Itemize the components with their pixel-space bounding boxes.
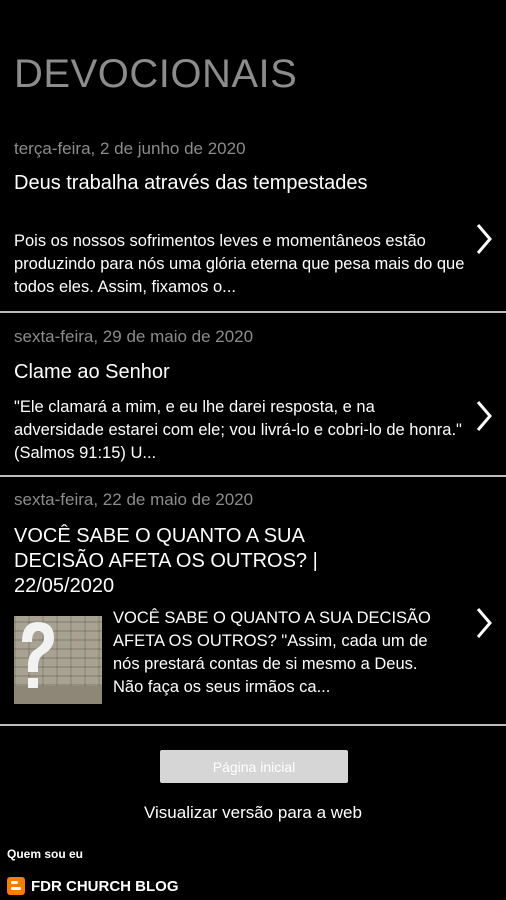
about-heading: Quem sou eu <box>7 847 84 861</box>
divider <box>0 311 506 313</box>
post-snippet: "Ele clamará a mim, e eu lhe darei respo… <box>14 398 462 462</box>
post-snippet: Pois os nossos sofrimentos leves e momen… <box>14 232 465 296</box>
post-title[interactable]: VOCÊ SABE O QUANTO A SUA DECISÃO AFETA O… <box>14 524 334 599</box>
question-mark-image <box>14 622 102 704</box>
post-date: sexta-feira, 22 de maio de 2020 <box>14 490 254 509</box>
web-version-link[interactable]: Visualizar versão para a web <box>0 803 506 823</box>
chevron-right-icon[interactable] <box>474 399 494 433</box>
blogger-icon <box>7 877 25 895</box>
post-snippet: VOCÊ SABE O QUANTO A SUA DECISÃO AFETA O… <box>113 609 431 696</box>
post-title[interactable]: Deus trabalha através das tempestades <box>14 171 434 196</box>
divider <box>0 724 506 726</box>
chevron-right-icon[interactable] <box>474 222 494 256</box>
home-button[interactable]: Página inicial <box>160 750 348 783</box>
profile-name[interactable]: FDR CHURCH BLOG <box>31 878 179 895</box>
post-title[interactable]: Clame ao Senhor <box>14 360 434 385</box>
post-date: terça-feira, 2 de junho de 2020 <box>14 139 246 158</box>
post-thumbnail[interactable] <box>14 616 102 704</box>
profile-link[interactable]: FDR CHURCH BLOG <box>7 876 179 896</box>
divider <box>0 475 506 477</box>
post-date: sexta-feira, 29 de maio de 2020 <box>14 327 254 346</box>
chevron-right-icon[interactable] <box>474 606 494 640</box>
blog-title[interactable]: DEVOCIONAIS <box>14 52 297 97</box>
